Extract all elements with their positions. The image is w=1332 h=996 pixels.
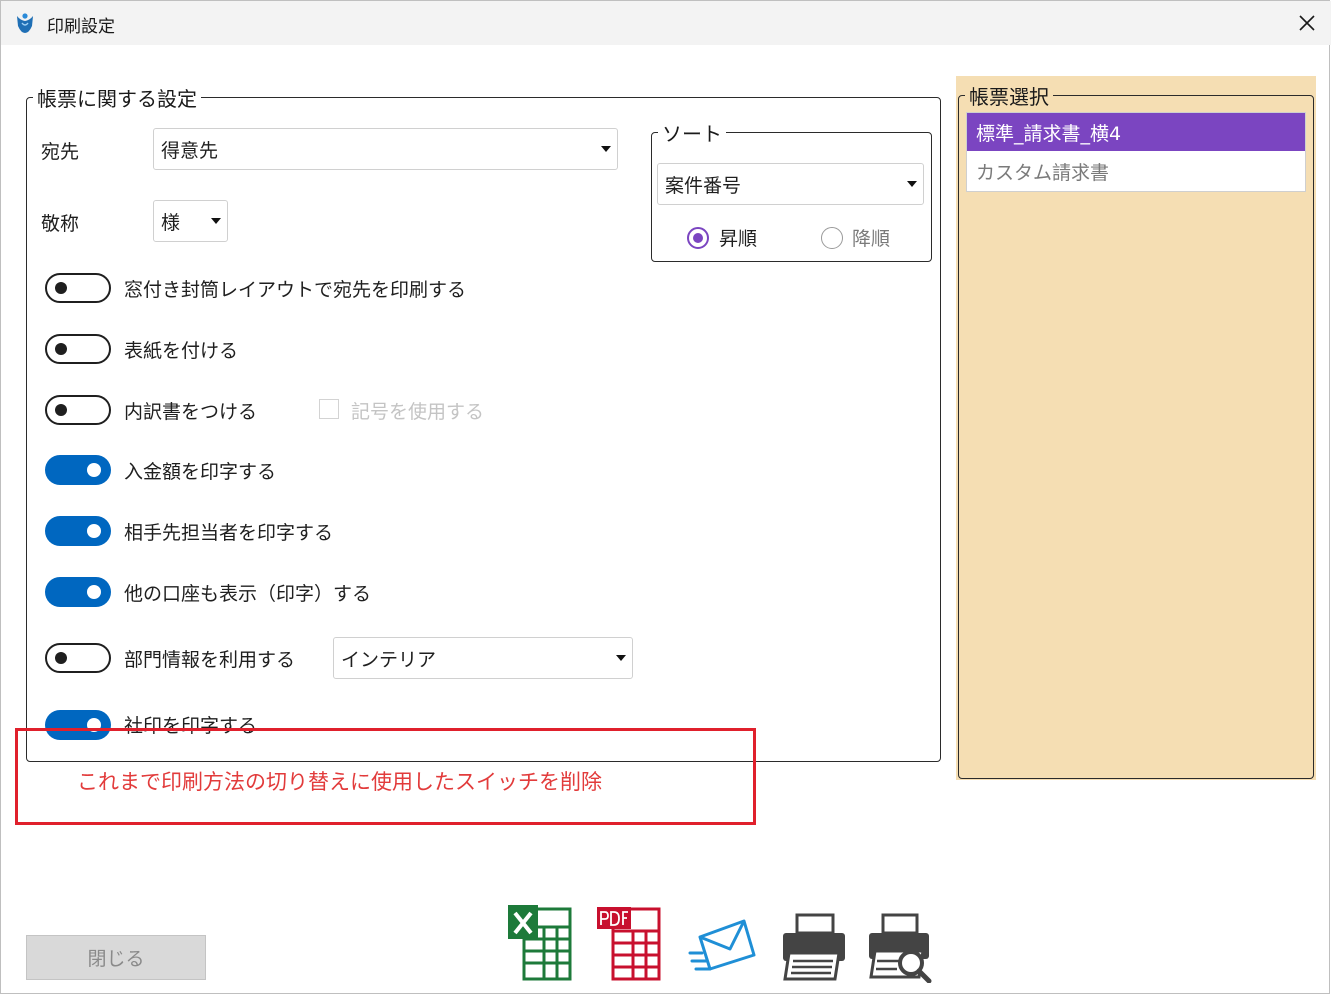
department-value: インテリア	[341, 648, 437, 671]
toggle-knob	[87, 585, 101, 599]
honorific-label: 敬称	[41, 213, 80, 235]
department-info-toggle[interactable]	[45, 643, 111, 673]
print-contact-person-toggle[interactable]	[45, 516, 111, 546]
title-bar: 印刷設定	[1, 1, 1331, 45]
use-symbol-label: 記号を使用する	[351, 401, 485, 423]
print-payment-toggle[interactable]	[45, 455, 111, 485]
form-list-item-custom[interactable]: カスタム請求書	[967, 152, 1305, 190]
breakdown-label: 内訳書をつける	[124, 401, 258, 423]
close-button[interactable]: 閉じる	[26, 935, 206, 980]
sort-legend: ソート	[662, 122, 722, 146]
other-accounts-toggle[interactable]	[45, 577, 111, 607]
form-select-legend: 帳票選択	[969, 85, 1049, 109]
annotation-text: これまで印刷方法の切り替えに使用したスイッチを削除	[77, 770, 602, 794]
printer-icon[interactable]	[777, 903, 847, 983]
breakdown-toggle[interactable]	[45, 395, 111, 425]
ascending-label: 昇順	[719, 228, 758, 250]
app-logo-icon	[17, 13, 33, 33]
close-icon	[1299, 15, 1315, 31]
print-payment-label: 入金額を印字する	[124, 461, 277, 483]
toggle-knob	[55, 282, 67, 294]
sort-value: 案件番号	[665, 174, 742, 197]
ascending-radio[interactable]	[687, 227, 709, 249]
department-info-label: 部門情報を利用する	[124, 649, 296, 671]
form-list-item-label: 標準_請求書_横4	[976, 122, 1122, 145]
print-contact-person-label: 相手先担当者を印字する	[124, 522, 334, 544]
honorific-dropdown[interactable]: 様	[153, 200, 228, 242]
cover-page-toggle[interactable]	[45, 334, 111, 364]
window-title: 印刷設定	[47, 17, 115, 37]
toggle-knob	[55, 404, 67, 416]
descending-label: 降順	[852, 228, 891, 250]
chevron-down-icon	[211, 218, 221, 224]
toggle-knob	[87, 524, 101, 538]
chevron-down-icon	[907, 181, 917, 187]
form-list-item-standard[interactable]: 標準_請求書_横4	[967, 113, 1305, 151]
toggle-knob	[55, 652, 67, 664]
sort-dropdown[interactable]: 案件番号	[657, 163, 924, 205]
print-preview-icon[interactable]	[865, 903, 935, 983]
pdf-icon[interactable]	[595, 903, 665, 983]
window-envelope-toggle[interactable]	[45, 273, 111, 303]
department-dropdown[interactable]: インテリア	[333, 637, 633, 679]
recipient-dropdown[interactable]: 得意先	[153, 128, 618, 170]
chevron-down-icon	[601, 146, 611, 152]
toggle-knob	[55, 343, 67, 355]
excel-icon[interactable]	[506, 903, 576, 983]
other-accounts-label: 他の口座も表示（印字）する	[124, 583, 372, 605]
form-settings-legend: 帳票に関する設定	[37, 87, 197, 111]
cover-page-label: 表紙を付ける	[124, 340, 239, 362]
window-envelope-label: 窓付き封筒レイアウトで宛先を印刷する	[124, 279, 467, 301]
toggle-knob	[87, 463, 101, 477]
chevron-down-icon	[616, 655, 626, 661]
print-settings-window: 印刷設定 帳票に関する設定 宛先 得意先 敬称 様 窓付き封筒レイアウトで宛先を…	[0, 0, 1331, 994]
recipient-value: 得意先	[161, 139, 219, 162]
honorific-value: 様	[161, 211, 181, 234]
recipient-label: 宛先	[41, 141, 80, 163]
use-symbol-checkbox[interactable]	[319, 399, 339, 419]
mail-icon[interactable]	[688, 903, 758, 983]
descending-radio[interactable]	[821, 227, 843, 249]
form-list-item-label: カスタム請求書	[976, 161, 1110, 184]
window-close-button[interactable]	[1287, 5, 1327, 41]
